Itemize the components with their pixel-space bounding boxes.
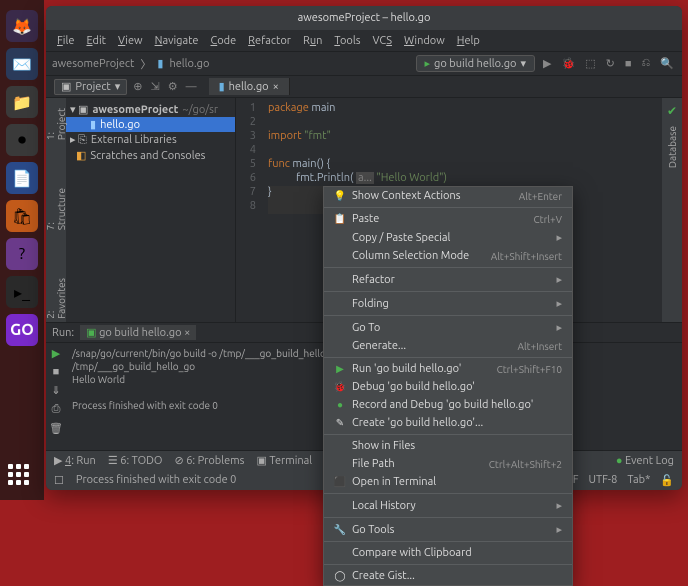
project-toolbar: ▣Project▾ ⊕ ⇲ ⚙ — ▮ hello.go × [46, 76, 682, 98]
gutter: 12345678 [236, 98, 262, 322]
dock-libreoffice[interactable]: 📄 [6, 162, 38, 194]
ubuntu-dock: 🦊 ✉️ 📁 ⏺ 📄 🛍 ? ▸_ GO [0, 0, 44, 500]
menu-file[interactable]: File [52, 33, 79, 49]
dock-software[interactable]: 🛍 [6, 200, 38, 232]
run-icon: ▸ [425, 57, 431, 70]
ctx-open-in-terminal[interactable]: ⬛Open in Terminal [324, 473, 572, 491]
gear-icon[interactable]: ⚙ [166, 80, 180, 93]
tab-project[interactable]: 1: Project [46, 104, 67, 144]
coverage-button[interactable]: ⬚ [583, 57, 597, 70]
apps-grid-button[interactable] [8, 464, 36, 492]
dock-thunderbird[interactable]: ✉️ [6, 48, 38, 80]
filter-icon[interactable]: ⎙ [52, 403, 61, 416]
dock-goland[interactable]: GO [6, 314, 38, 346]
go-file-icon: ▮ [90, 118, 96, 131]
event-log[interactable]: ● Event Log [616, 455, 674, 467]
ctx-compare-with-clipboard[interactable]: Compare with Clipboard [324, 544, 572, 562]
main-menu[interactable]: File Edit View Navigate Code Refactor Ru… [46, 30, 682, 52]
search-icon[interactable]: 🔍 [658, 57, 676, 70]
ctx-paste[interactable]: 📋PasteCtrl+V [324, 210, 572, 228]
run-tab[interactable]: ▣ go build hello.go × [80, 325, 196, 340]
scratch-icon: ◧ [76, 149, 86, 162]
run-button[interactable]: ▶ [541, 57, 553, 70]
nav-bar: awesomeProject 〉 ▮ hello.go ▸ go build h… [46, 52, 682, 76]
ctx-copy-paste-special[interactable]: Copy / Paste Special▸ [324, 228, 572, 247]
tab-database[interactable]: Database [667, 122, 678, 172]
ctx-show-in-files[interactable]: Show in Files [324, 437, 572, 455]
ctx-generate-[interactable]: Generate...Alt+Insert [324, 337, 572, 355]
indent[interactable]: Tab* [627, 474, 650, 487]
hide-icon[interactable]: — [184, 81, 199, 93]
inspection-ok-icon[interactable]: ✔ [667, 104, 677, 118]
ctx-show-context-actions[interactable]: 💡Show Context ActionsAlt+Enter [324, 187, 572, 205]
menu-refactor[interactable]: Refactor [243, 33, 296, 49]
ctx-go-tools[interactable]: 🔧Go Tools▸ [324, 520, 572, 539]
ctx-create-go-build-hello-go-[interactable]: ✎Create 'go build hello.go'... [324, 414, 572, 432]
menu-window[interactable]: Window [399, 33, 450, 49]
go-file-icon: ▮ [219, 80, 225, 93]
tree-scratches[interactable]: ◧ Scratches and Consoles [66, 148, 235, 163]
dock-terminal[interactable]: ▸_ [6, 276, 38, 308]
stop-button[interactable]: ■ [623, 58, 634, 70]
ctx-column-selection-mode[interactable]: Column Selection ModeAlt+Shift+Insert [324, 247, 572, 265]
bt-problems[interactable]: ⊘ 6: Problems [174, 454, 244, 467]
bt-run[interactable]: ▶ 4: Run [54, 454, 96, 467]
menu-code[interactable]: Code [205, 33, 241, 49]
menu-run[interactable]: Run [298, 33, 327, 49]
ctx-run-go-build-hello-go-[interactable]: ▶Run 'go build hello.go'Ctrl+Shift+F10 [324, 360, 572, 378]
ctx-local-history[interactable]: Local History▸ [324, 496, 572, 515]
right-tool-stripe: ✔ Database [662, 98, 682, 322]
rerun-button[interactable]: ▶ [52, 347, 60, 360]
menu-navigate[interactable]: Navigate [150, 33, 204, 49]
editor-context-menu: 💡Show Context ActionsAlt+Enter 📋PasteCtrl… [323, 186, 573, 586]
debug-button[interactable]: 🐞 [560, 57, 578, 70]
status-message: Process finished with exit code 0 [76, 474, 237, 486]
close-icon[interactable]: × [273, 81, 279, 93]
tab-favorites[interactable]: 2: Favorites [46, 274, 67, 323]
stop-button-2[interactable]: ■ [53, 366, 60, 378]
scroll-icon[interactable]: ⊕ [131, 80, 144, 93]
profile-button[interactable]: ↻ [604, 57, 617, 70]
run-panel-title: Run: [52, 327, 74, 339]
window-titlebar: awesomeProject – hello.go [46, 6, 682, 30]
encoding[interactable]: UTF-8 [589, 474, 618, 487]
dock-help[interactable]: ? [6, 238, 38, 270]
ctx-record-and-debug-go-build-hello-go-[interactable]: ●Record and Debug 'go build hello.go' [324, 396, 572, 414]
breadcrumb-project[interactable]: awesomeProject [52, 58, 134, 70]
tree-external-libs[interactable]: ▸ ⎘External Libraries [66, 132, 235, 148]
editor-tab[interactable]: ▮ hello.go × [209, 78, 290, 95]
chevron-down-icon: ▾ [521, 57, 527, 70]
tab-structure[interactable]: 7: Structure [46, 184, 67, 234]
trash-icon[interactable]: 🗑 [49, 422, 63, 435]
dock-firefox[interactable]: 🦊 [6, 10, 38, 42]
bt-todo[interactable]: ☰ 6: TODO [108, 454, 163, 467]
file-icon: ▮ [157, 57, 163, 70]
dock-files[interactable]: 📁 [6, 86, 38, 118]
menu-edit[interactable]: Edit [81, 33, 111, 49]
dock-rhythmbox[interactable]: ⏺ [6, 124, 38, 156]
ctx-debug-go-build-hello-go-[interactable]: 🐞Debug 'go build hello.go' [324, 378, 572, 396]
ctx-create-gist-[interactable]: ◯Create Gist... [324, 567, 572, 585]
run-config-selector[interactable]: ▸ go build hello.go ▾ [416, 55, 536, 72]
down-icon[interactable]: ⇓ [51, 384, 60, 397]
menu-tools[interactable]: Tools [329, 33, 365, 49]
vcs-button[interactable]: ⎌ [639, 57, 652, 70]
menu-help[interactable]: Help [452, 33, 485, 49]
left-tool-stripe: 1: Project 7: Structure 2: Favorites [46, 98, 66, 322]
ctx-refactor[interactable]: Refactor▸ [324, 270, 572, 289]
ctx-folding[interactable]: Folding▸ [324, 294, 572, 313]
bt-terminal[interactable]: ▣ Terminal [256, 454, 312, 467]
tree-root[interactable]: ▾ ▣awesomeProject~/go/sr [66, 102, 235, 117]
project-view-selector[interactable]: ▣Project▾ [54, 79, 127, 95]
project-tree: ▾ ▣awesomeProject~/go/sr ▮ hello.go ▸ ⎘E… [66, 98, 236, 322]
lock-icon[interactable]: 🔓 [660, 474, 674, 487]
tree-file-hello[interactable]: ▮ hello.go [66, 117, 235, 132]
collapse-icon[interactable]: ⇲ [149, 80, 162, 93]
menu-view[interactable]: View [113, 33, 148, 49]
ctx-go-to[interactable]: Go To▸ [324, 318, 572, 337]
ctx-file-path[interactable]: File PathCtrl+Alt+Shift+2 [324, 455, 572, 473]
menu-vcs[interactable]: VCS [368, 33, 398, 49]
breadcrumb-file[interactable]: hello.go [169, 58, 209, 70]
